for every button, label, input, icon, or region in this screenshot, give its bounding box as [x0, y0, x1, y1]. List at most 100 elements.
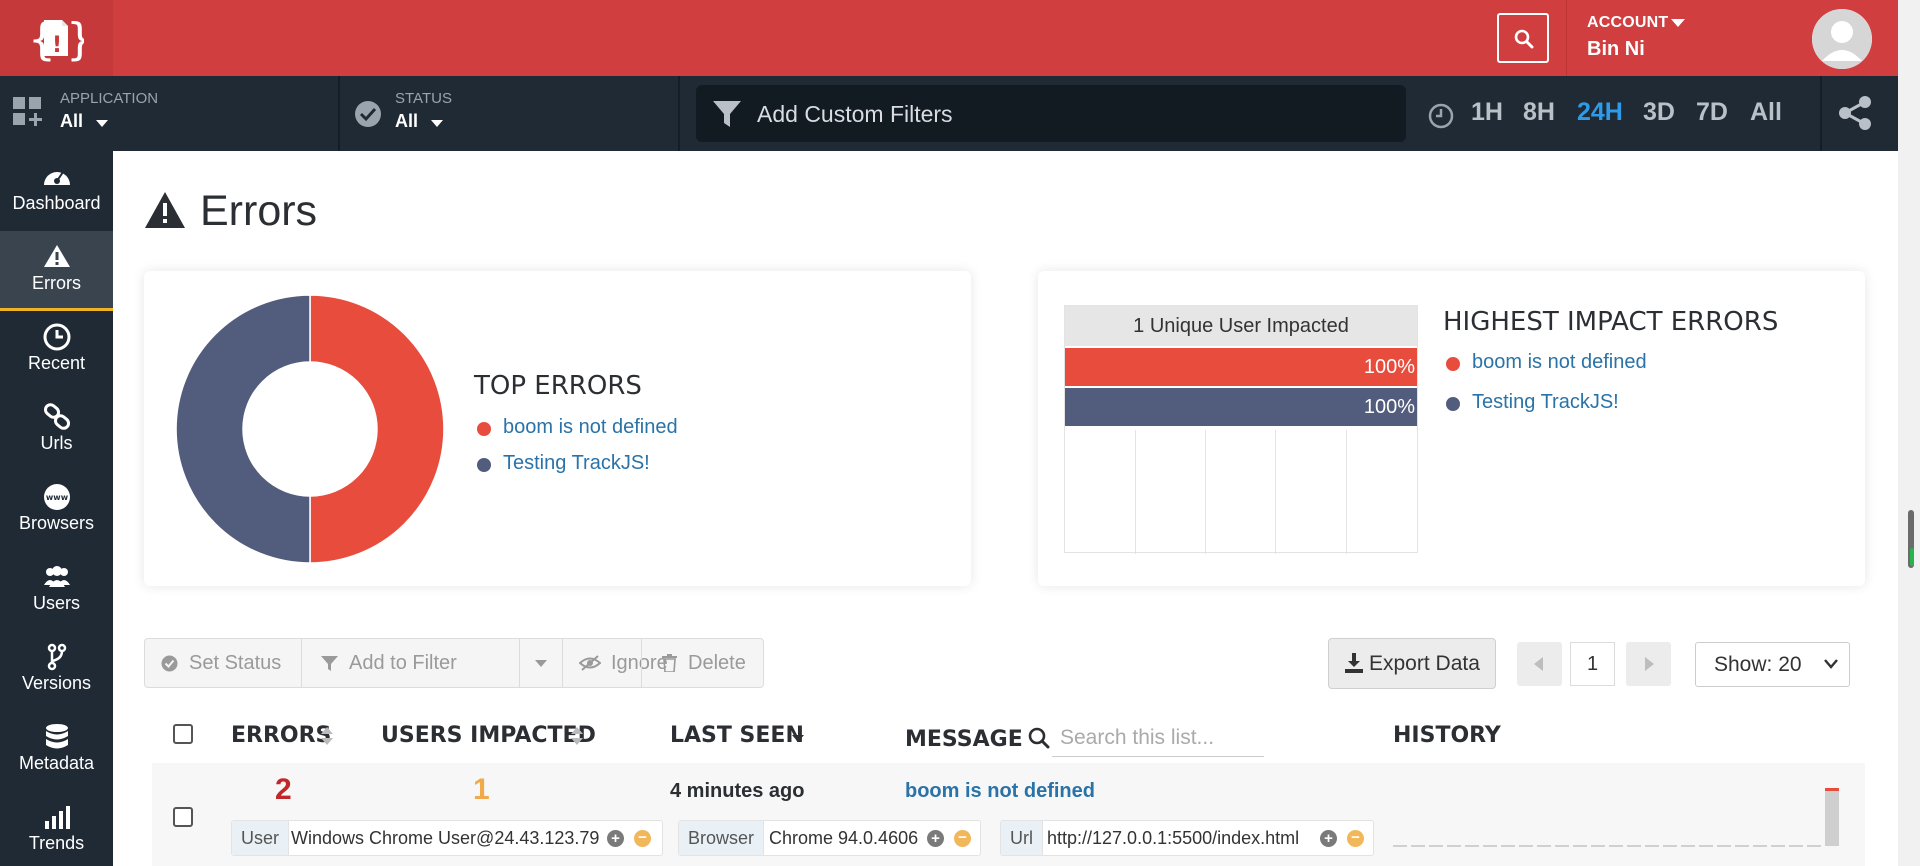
grid-line [1135, 430, 1136, 554]
sidebar-item-browsers[interactable]: www Browsers [0, 471, 113, 551]
page-number-input[interactable]: 1 [1570, 642, 1615, 686]
sort-icon[interactable] [570, 725, 584, 747]
warning-icon [145, 192, 185, 228]
sort-icon[interactable] [320, 725, 334, 747]
add-to-filter-button[interactable]: Add to Filter [302, 639, 519, 687]
message-column-header: MESSAGE [905, 727, 1023, 752]
time-range-all[interactable]: All [1750, 98, 1782, 127]
top-error-link[interactable]: boom is not defined [503, 416, 678, 439]
users-impacted-column-header[interactable]: USERS IMPACTED [381, 723, 596, 748]
error-message-link[interactable]: boom is not defined [905, 780, 1095, 803]
custom-filter-label: Add Custom Filters [757, 101, 953, 127]
last-seen-value: 4 minutes ago [670, 780, 805, 802]
set-status-button[interactable]: Set Status [145, 639, 301, 687]
add-filter-icon[interactable]: + [1320, 830, 1337, 847]
legend-dot [477, 458, 491, 472]
svg-text:!: ! [52, 33, 62, 58]
row-checkbox[interactable] [173, 807, 193, 827]
application-grid-icon [13, 97, 42, 126]
tag-value: Windows Chrome User@24.43.123.79 [291, 828, 600, 848]
branch-icon [47, 643, 67, 671]
download-icon [1345, 653, 1363, 673]
exclude-filter-icon[interactable]: − [954, 830, 971, 847]
user-tag: User Windows Chrome User@24.43.123.79 + … [231, 820, 663, 856]
time-range-7d[interactable]: 7D [1696, 98, 1728, 127]
time-range-8h[interactable]: 8H [1523, 98, 1555, 127]
previous-page-button[interactable] [1517, 642, 1562, 686]
sidebar-item-label: Versions [21, 673, 92, 693]
impact-chart-header: 1 Unique User Impacted [1065, 306, 1417, 346]
sidebar-item-errors[interactable]: Errors [0, 231, 113, 311]
www-icon: www [44, 484, 70, 510]
sidebar-item-versions[interactable]: Versions [0, 631, 113, 711]
set-status-label: Set Status [189, 652, 282, 674]
history-sparkline[interactable] [1393, 786, 1843, 848]
database-icon [46, 724, 68, 749]
top-bar: { } ! ACCOUNT Bin Ni [0, 0, 1898, 76]
sidebar-item-recent[interactable]: Recent [0, 311, 113, 391]
exclude-filter-icon[interactable]: − [1347, 830, 1364, 847]
page-size-select[interactable]: Show: 20 [1695, 642, 1850, 687]
share-icon[interactable] [1838, 95, 1872, 131]
legend-dot [477, 422, 491, 436]
exclude-filter-icon[interactable]: − [634, 830, 651, 847]
errors-column-header[interactable]: ERRORS [231, 723, 331, 748]
sort-desc-icon[interactable] [791, 734, 805, 744]
sidebar-item-users[interactable]: Users [0, 551, 113, 631]
impact-bar[interactable]: 100% [1065, 348, 1417, 386]
filter-bar: APPLICATION All STATUS All Add Custom Fi… [0, 76, 1898, 151]
impact-error-link[interactable]: boom is not defined [1472, 351, 1647, 374]
last-seen-column-header[interactable]: LAST SEEN [670, 723, 804, 748]
delete-label: Delete [688, 652, 746, 674]
time-range-3d[interactable]: 3D [1643, 98, 1675, 127]
impact-error-link[interactable]: Testing TrackJS! [1472, 391, 1619, 414]
legend-dot [1446, 357, 1460, 371]
add-to-filter-dropdown[interactable] [520, 639, 562, 687]
impact-bar[interactable]: 100% [1065, 388, 1417, 426]
select-all-checkbox[interactable] [173, 724, 193, 744]
account-label[interactable]: ACCOUNT [1587, 14, 1668, 32]
sidebar-item-label: Dashboard [12, 193, 101, 213]
page-size-value: Show: 20 [1714, 653, 1802, 676]
chevron-down-icon[interactable] [431, 120, 443, 127]
top-error-link[interactable]: Testing TrackJS! [503, 452, 650, 475]
top-errors-donut-chart[interactable] [174, 293, 446, 565]
sidebar-item-label: Metadata [18, 753, 95, 773]
time-range-1h[interactable]: 1H [1471, 98, 1503, 127]
tag-key: User [232, 821, 290, 855]
link-icon [43, 403, 71, 430]
sidebar-item-urls[interactable]: Urls [0, 391, 113, 471]
users-icon [44, 566, 70, 587]
trash-icon [662, 654, 677, 672]
funnel-icon [321, 656, 338, 671]
next-page-button[interactable] [1626, 642, 1671, 686]
message-search-input[interactable]: Search this list... [1052, 722, 1264, 757]
application-filter-value[interactable]: All [60, 111, 83, 132]
chevron-down-icon[interactable] [1671, 19, 1685, 27]
global-search-button[interactable] [1497, 13, 1549, 63]
donut-slice[interactable] [175, 294, 311, 564]
trackjs-logo[interactable]: { } ! [0, 0, 113, 76]
time-range-24h[interactable]: 24H [1577, 98, 1623, 127]
donut-slice[interactable] [309, 294, 445, 564]
sidebar-item-dashboard[interactable]: Dashboard [0, 151, 113, 231]
sidebar-item-trends[interactable]: Trends [0, 791, 113, 866]
clock-icon [1428, 103, 1454, 129]
sidebar-item-label: Urls [40, 433, 73, 453]
chevron-down-icon[interactable] [96, 120, 108, 127]
sidebar-item-metadata[interactable]: Metadata [0, 711, 113, 791]
delete-button[interactable]: Delete [642, 639, 764, 687]
account-name[interactable]: Bin Ni [1587, 38, 1645, 61]
export-data-button[interactable]: Export Data [1328, 638, 1496, 689]
custom-filter-input[interactable]: Add Custom Filters [696, 85, 1406, 142]
warning-icon [44, 245, 70, 267]
status-filter-value[interactable]: All [395, 111, 418, 132]
chevron-down-icon [1824, 659, 1838, 669]
browser-tag: Browser Chrome 94.0.4606 + − [678, 820, 981, 856]
add-filter-icon[interactable]: + [927, 830, 944, 847]
add-filter-icon[interactable]: + [607, 830, 624, 847]
check-circle-icon [161, 655, 178, 672]
page-scrollbar[interactable] [1898, 0, 1920, 866]
avatar[interactable] [1812, 9, 1872, 69]
check-circle-icon [355, 101, 381, 127]
